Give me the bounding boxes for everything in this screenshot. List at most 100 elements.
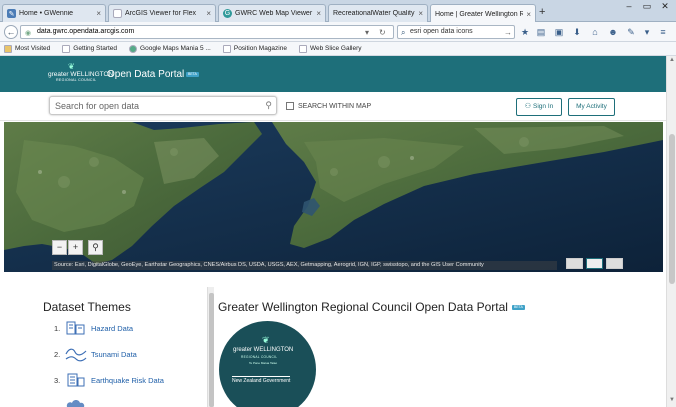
dropdown-icon[interactable]: ▾ xyxy=(365,27,369,39)
theme-item[interactable]: 1. Hazard Data xyxy=(54,320,133,336)
bookmark-getting-started[interactable]: Getting Started xyxy=(62,44,118,53)
tab-gwrc-web-map[interactable]: G GWRC Web Map Viewer × xyxy=(218,4,326,22)
maximize-button[interactable]: ▭ xyxy=(638,0,656,14)
themes-heading: Dataset Themes xyxy=(43,300,131,314)
globe-icon xyxy=(129,44,138,53)
my-activity-button[interactable]: My Activity xyxy=(568,98,615,116)
minimize-button[interactable]: – xyxy=(620,0,638,14)
leaf-icon: ❦ xyxy=(262,335,270,345)
basemap-toggle-2[interactable] xyxy=(586,258,603,269)
tab-label: Home | Greater Wellington Reg... xyxy=(435,10,523,18)
theme-number: 3. xyxy=(54,375,61,385)
close-window-button[interactable]: ✕ xyxy=(656,0,674,14)
search-within-map[interactable]: SEARCH WITHIN MAP xyxy=(286,102,371,110)
circle-logo-subtext: REGIONAL COUNCIL xyxy=(241,355,278,359)
basemap-toggle-1[interactable] xyxy=(566,258,583,269)
map-attribution: Source: Esri, DigitalGlobe, GeoEye, Eart… xyxy=(52,261,557,270)
bookmark-label: Getting Started xyxy=(73,45,118,52)
bookmark-label: Position Magazine xyxy=(233,45,287,52)
tab-arcgis-viewer[interactable]: ArcGIS Viewer for Flex × xyxy=(108,4,216,22)
download-icon[interactable]: ⬇ xyxy=(571,26,583,38)
close-icon[interactable]: × xyxy=(526,10,531,19)
page-icon xyxy=(62,44,71,53)
search-icon[interactable]: ⚲ xyxy=(265,100,272,111)
new-tab-button[interactable]: + xyxy=(539,6,545,18)
search-bar-text: esri open data icons xyxy=(410,28,473,35)
tab-greater-wellington[interactable]: Home | Greater Wellington Reg... × xyxy=(430,4,536,23)
search-icon: ⚲ xyxy=(92,242,99,252)
close-icon[interactable]: × xyxy=(418,9,423,18)
sign-in-label: Sign In xyxy=(533,103,554,110)
theme-link[interactable]: Earthquake Risk Data xyxy=(91,376,164,385)
theme-link[interactable]: Tsunami Data xyxy=(91,350,137,359)
globe-icon: G xyxy=(223,9,232,18)
earthquake-building-icon xyxy=(67,373,85,387)
back-button[interactable]: ← xyxy=(4,25,18,39)
gwrc-circle-logo: ❦ greater WELLINGTON REGIONAL COUNCIL Te… xyxy=(219,321,316,407)
gwrc-logo[interactable]: ❦ greater WELLINGTON REGIONAL COUNCIL xyxy=(48,62,113,86)
search-header: ⚲ SEARCH WITHIN MAP ⚇Sign In My Activity xyxy=(0,92,666,121)
basemap-imagery[interactable]: − + ⚲ Source: Esri, DigitalGlobe, GeoEye… xyxy=(4,122,663,272)
bookmark-web-slice-gallery[interactable]: Web Slice Gallery xyxy=(298,44,362,53)
theme-number: 1. xyxy=(54,323,61,333)
tab-label: RecreationalWater Quality Map xyxy=(333,10,415,17)
circle-logo-text: greater WELLINGTON xyxy=(233,347,294,353)
scroll-up-icon[interactable]: ▲ xyxy=(668,57,676,65)
bookmark-position-magazine[interactable]: Position Magazine xyxy=(222,44,287,53)
tab-recreational-water[interactable]: RecreationalWater Quality Map × xyxy=(328,4,428,22)
feather-icon: ✎ xyxy=(7,9,16,18)
url-bar[interactable]: ◉ data.gwrc.opendata.arcgis.com ▾ ↻ xyxy=(20,25,394,39)
within-map-checkbox[interactable] xyxy=(286,102,294,110)
scrollbar-thumb[interactable] xyxy=(209,293,214,407)
within-map-label: SEARCH WITHIN MAP xyxy=(298,102,372,110)
theme-item[interactable]: 2. Tsunami Data xyxy=(54,346,137,362)
zoom-out-button[interactable]: − xyxy=(52,240,67,255)
extension-icon[interactable]: ✎ xyxy=(625,26,637,38)
star-icon[interactable]: ★ xyxy=(519,26,531,38)
themes-scrollbar[interactable] xyxy=(207,287,214,407)
scrollbar-thumb[interactable] xyxy=(669,134,675,284)
theme-item[interactable]: 3. Earthquake Risk Data xyxy=(54,372,164,388)
sign-in-button[interactable]: ⚇ Sign In xyxy=(516,98,562,116)
theme-number: 2. xyxy=(54,349,61,359)
zoom-search-button[interactable]: ⚲ xyxy=(88,240,103,255)
home-icon[interactable]: ⌂ xyxy=(589,26,601,38)
tab-label: Home • GWennie xyxy=(19,10,74,17)
portal-heading: Greater Wellington Regional Council Open… xyxy=(218,300,508,314)
user-icon: ⚇ xyxy=(524,103,532,110)
bookmark-most-visited[interactable]: Most Visited xyxy=(4,44,50,53)
portal-title[interactable]: Open Data Portal xyxy=(107,69,184,80)
scroll-down-icon[interactable]: ▼ xyxy=(668,397,676,405)
beta-badge: BETA xyxy=(186,72,199,77)
more-icon[interactable]: ▾ xyxy=(641,26,653,38)
tab-home-gwennie[interactable]: ✎ Home • GWennie × xyxy=(2,4,106,22)
reload-icon[interactable]: ↻ xyxy=(379,27,386,39)
zoom-in-button[interactable]: + xyxy=(68,240,83,255)
search-bar[interactable]: ⌕ esri open data icons → xyxy=(397,25,515,39)
open-data-search[interactable]: ⚲ xyxy=(49,96,277,115)
search-engine-icon: ⌕ xyxy=(401,28,406,37)
theme-link[interactable]: Hazard Data xyxy=(91,324,133,333)
url-text: data.gwrc.opendata.arcgis.com xyxy=(37,28,135,35)
nz-government-text: New Zealand Government xyxy=(232,376,291,384)
beta-badge: BETA xyxy=(512,305,525,310)
bookmark-label: Web Slice Gallery xyxy=(309,45,362,52)
hazard-icon xyxy=(66,321,85,335)
close-icon[interactable]: × xyxy=(96,9,101,18)
search-input[interactable] xyxy=(55,99,255,113)
search-go-icon[interactable]: → xyxy=(504,27,512,39)
bookmark-google-maps-mania[interactable]: Google Maps Mania 5 ... xyxy=(129,44,211,53)
reading-list-icon[interactable]: ▤ xyxy=(535,26,547,38)
chat-icon[interactable]: ☻ xyxy=(607,26,619,38)
browser-nav-bar: ← ◉ data.gwrc.opendata.arcgis.com ▾ ↻ ⌕ … xyxy=(0,22,676,42)
menu-icon[interactable]: ≡ xyxy=(657,26,669,38)
globe-icon: ◉ xyxy=(25,30,32,37)
lock-icon[interactable]: ▣ xyxy=(553,26,565,38)
page-icon xyxy=(222,44,231,53)
page-scrollbar[interactable]: ▲ ▼ xyxy=(666,56,676,407)
close-icon[interactable]: × xyxy=(316,9,321,18)
logo-text: greater WELLINGTON xyxy=(48,71,114,78)
close-icon[interactable]: × xyxy=(206,9,211,18)
basemap-toggle-3[interactable] xyxy=(606,258,623,269)
folder-icon xyxy=(4,44,12,53)
